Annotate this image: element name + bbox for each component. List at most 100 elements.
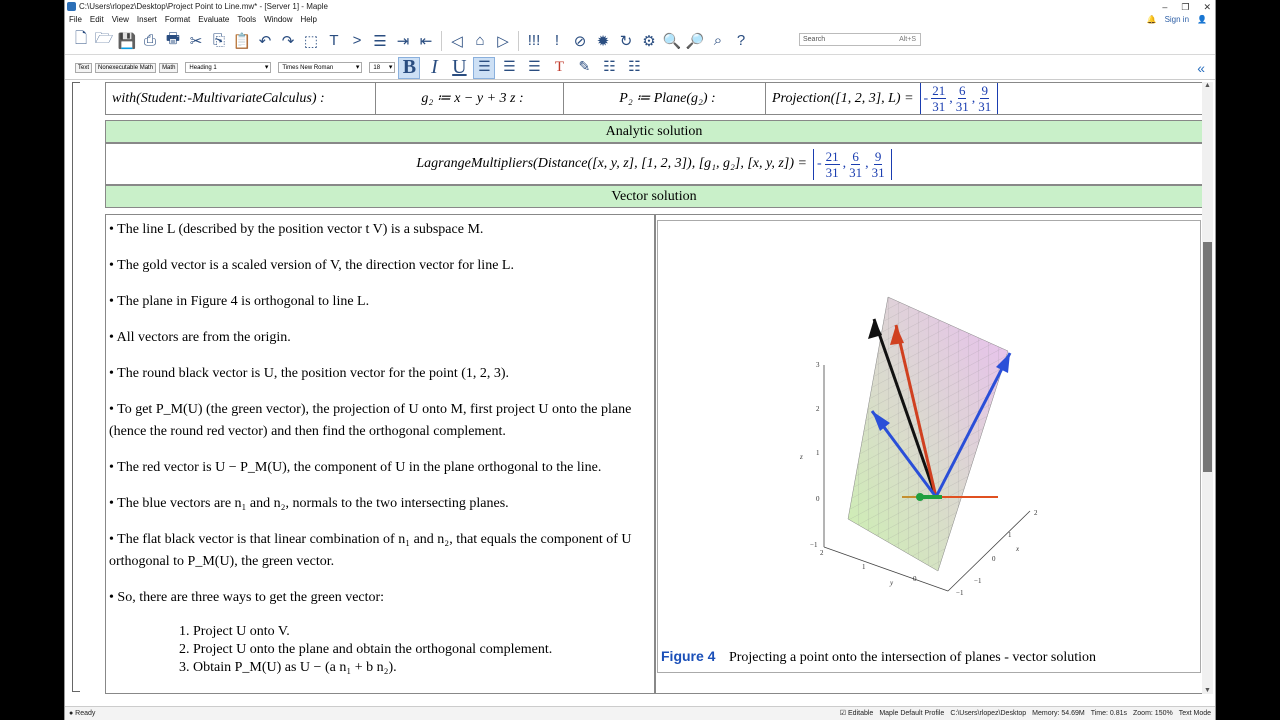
x-tick-neg1: −1 (974, 577, 982, 585)
menu-insert[interactable]: Insert (137, 14, 157, 26)
zoom-out-icon[interactable]: 🔎 (685, 31, 705, 51)
menu-help[interactable]: Help (301, 14, 317, 26)
sign-in-link[interactable]: Sign in (1165, 14, 1189, 26)
status-bar: ● Ready ☑ Editable Maple Default Profile… (65, 706, 1215, 720)
close-button[interactable]: ✕ (1203, 0, 1211, 14)
font-select[interactable]: Times New Roman (278, 62, 363, 73)
settings-icon[interactable]: ⚙ (639, 31, 659, 51)
debug-icon[interactable]: ✹ (593, 31, 613, 51)
undo-icon[interactable]: ↶ (255, 31, 275, 51)
execute-all-icon[interactable]: !!! (524, 31, 544, 51)
new-document-icon[interactable]: 🗋 (71, 30, 91, 51)
print-preview-icon[interactable]: 🖶 (163, 30, 183, 51)
z-tick-0: 0 (816, 495, 820, 503)
align-center-icon[interactable]: ☰ (498, 57, 520, 79)
copy-icon[interactable]: ⎘ (209, 31, 229, 51)
menu-tools[interactable]: Tools (237, 14, 256, 26)
menu-edit[interactable]: Edit (90, 14, 104, 26)
math-row: with(Student:-MultivariateCalculus) : g₂… (105, 82, 1203, 115)
math-projection-cell[interactable]: Projection([1, 2, 3], L) = - 21 31, 6 31, … (766, 83, 1202, 114)
indent-icon[interactable]: ⇥ (393, 31, 413, 51)
open-folder-icon[interactable]: 🗁 (94, 30, 114, 51)
redo-icon[interactable]: ↷ (278, 31, 298, 51)
status-editable[interactable]: ☑ Editable (840, 707, 874, 720)
main-toolbar: 🗋 🗁 💾 ⎙ 🖶 ✂ ⎘ 📋 ↶ ↷ ⬚ T > ☰ ⇥ ⇤ ◁ ⌂ ▷ !!… (65, 27, 1215, 55)
bold-button[interactable]: B (398, 56, 421, 79)
bullet-5: • The round black vector is U, the posit… (109, 366, 510, 381)
projection-lhs: Projection([1, 2, 3], L) = (772, 90, 914, 106)
menu-file[interactable]: File (69, 14, 82, 26)
step-1: 1. Project U onto V. (179, 624, 290, 639)
scroll-down-icon[interactable]: ▼ (1204, 687, 1211, 694)
scroll-up-icon[interactable]: ▲ (1204, 82, 1211, 89)
numbered-list-icon[interactable]: ☷ (623, 57, 645, 79)
mode-text-button[interactable]: Text (75, 62, 93, 73)
restart-icon[interactable]: ↻ (616, 31, 636, 51)
align-left-icon[interactable]: ☰ (473, 56, 496, 79)
home-icon[interactable]: ⌂ (470, 31, 490, 51)
status-time: Time: 0.81s (1090, 710, 1128, 717)
insert-paragraph-icon[interactable]: ☰ (370, 31, 390, 51)
print-icon[interactable]: ⎙ (140, 31, 160, 51)
left-margin (0, 0, 64, 720)
status-zoom: Zoom: 150% (1133, 710, 1173, 717)
mode-nonexec-math-button[interactable]: Nonexecutable Math (95, 62, 157, 73)
zoom-fit-icon[interactable]: ⌕ (708, 31, 728, 51)
scroll-thumb[interactable] (1203, 242, 1212, 472)
user-icon[interactable]: 👤 (1197, 14, 1207, 26)
search-input[interactable]: Search Alt+S (799, 33, 921, 46)
text-color-icon[interactable]: T (548, 57, 570, 79)
bullet-1: • The line L (described by the position … (109, 222, 484, 237)
analytic-heading: Analytic solution (105, 120, 1203, 143)
insert-text-icon[interactable]: T (324, 31, 344, 51)
math-g2-cell[interactable]: g₂ ≔ x − y + 3 z : (376, 83, 564, 114)
size-select[interactable]: 18 (369, 62, 396, 73)
math-plane-cell[interactable]: P₂ ≔ Plane(g₂) : (564, 83, 766, 114)
x-tick-1: 1 (1008, 531, 1012, 539)
bullet-list-icon[interactable]: ☷ (598, 57, 620, 79)
document-area[interactable]: with(Student:-MultivariateCalculus) : g₂… (65, 82, 1215, 706)
lagrange-row[interactable]: LagrangeMultipliers(Distance([x, y, z], … (105, 143, 1203, 185)
search-shortcut: Alt+S (899, 36, 916, 43)
insert-prompt-icon[interactable]: > (347, 31, 367, 51)
explanation-text[interactable]: • The line L (described by the position … (105, 214, 655, 694)
style-select[interactable]: Heading 1 (185, 62, 272, 73)
minimize-button[interactable]: – (1162, 0, 1167, 14)
bullet-3: • The plane in Figure 4 is orthogonal to… (109, 294, 370, 309)
outdent-icon[interactable]: ⇤ (416, 31, 436, 51)
z-axis-label: z (799, 453, 803, 461)
cut-icon[interactable]: ✂ (186, 31, 206, 51)
math-with-cell[interactable]: with(Student:-MultivariateCalculus) : (106, 83, 376, 114)
figure-label: Figure 4 (661, 648, 716, 664)
mode-math-button[interactable]: Math (159, 62, 179, 73)
highlight-icon[interactable]: ✎ (573, 57, 595, 79)
collapse-palette-icon[interactable]: « (1197, 60, 1205, 76)
bullet-7: • The red vector is U − P_M(U), the comp… (109, 460, 602, 475)
paste-icon[interactable]: 📋 (232, 31, 252, 51)
menu-format[interactable]: Format (165, 14, 190, 26)
plot-3d[interactable]: 3 2 1 0 −1 z 2 1 0 −1 x 2 1 0 −1 y (657, 220, 1201, 673)
bullet-8: • The blue vectors are n₁ and n₂, normal… (109, 496, 509, 511)
insert-math-icon[interactable]: ⬚ (301, 31, 321, 51)
menu-window[interactable]: Window (264, 14, 292, 26)
menu-view[interactable]: View (112, 14, 129, 26)
back-icon[interactable]: ◁ (447, 31, 467, 51)
italic-button[interactable]: I (423, 56, 445, 79)
zoom-in-icon[interactable]: 🔍 (662, 31, 682, 51)
vertical-scrollbar[interactable]: ▲ ▼ (1202, 82, 1213, 694)
underline-button[interactable]: U (448, 56, 470, 79)
menu-evaluate[interactable]: Evaluate (198, 14, 229, 26)
notification-icon[interactable]: 🔔 (1147, 14, 1157, 26)
execute-icon[interactable]: ! (547, 31, 567, 51)
maximize-button[interactable]: ❐ (1181, 0, 1189, 14)
forward-icon[interactable]: ▷ (493, 31, 513, 51)
z-tick-3: 3 (816, 361, 820, 369)
save-icon[interactable]: 💾 (117, 31, 137, 51)
bullet-9: • The flat black vector is that linear c… (109, 532, 632, 569)
stop-icon[interactable]: ⊘ (570, 31, 590, 51)
status-path: C:\Users\rlopez\Desktop (950, 710, 1027, 717)
y-axis-label: y (889, 579, 894, 587)
bullet-4: • All vectors are from the origin. (109, 330, 291, 345)
help-icon[interactable]: ? (731, 31, 751, 51)
align-right-icon[interactable]: ☰ (523, 57, 545, 79)
